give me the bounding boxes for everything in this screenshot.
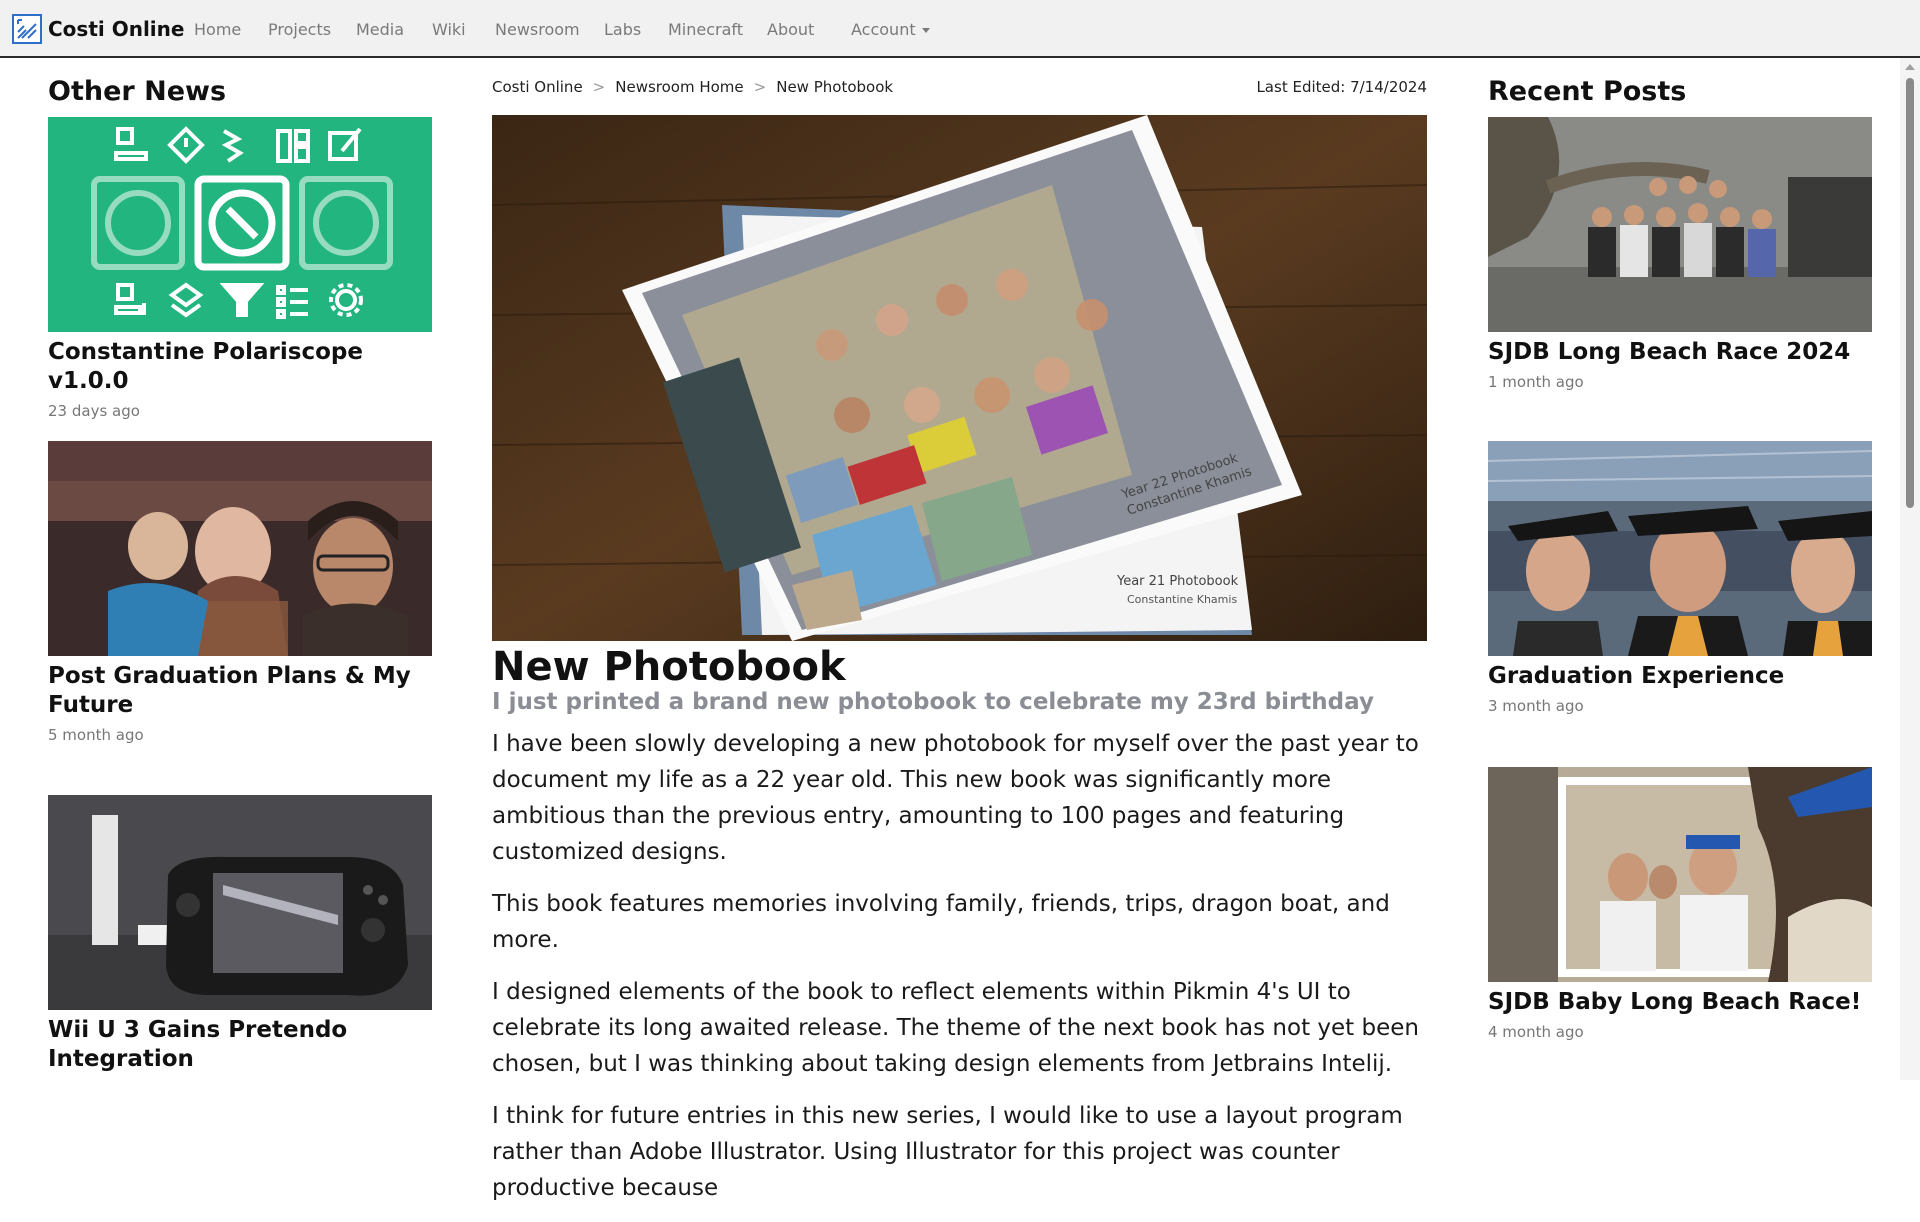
baby-long-beach-thumbnail[interactable]	[1488, 767, 1872, 982]
nav-account-label: Account	[851, 20, 916, 39]
nav-labs[interactable]: Labs	[604, 20, 641, 39]
news-card-wiiu: Wii U 3 Gains Pretendo Integration	[48, 795, 432, 1074]
long-beach-2024-thumbnail[interactable]	[1488, 117, 1872, 332]
wiiu-gamepad-photo	[48, 795, 432, 1010]
hero-image: Year 22 Photobook Constantine Khamis Yea…	[492, 115, 1427, 641]
graduation-selfie-photo	[1488, 441, 1872, 656]
post-card-date: 1 month ago	[1488, 373, 1584, 391]
news-card-title[interactable]: Constantine Polariscope v1.0.0	[48, 338, 432, 396]
navbar: Costi Online Home Projects Media Wiki Ne…	[0, 0, 1920, 58]
breadcrumb-current: New Photobook	[776, 78, 894, 96]
costi-logo-icon	[12, 14, 42, 44]
grid-icon	[114, 127, 148, 161]
nav-wiki[interactable]: Wiki	[432, 20, 466, 39]
breadcrumb-separator-icon: >	[592, 78, 606, 96]
news-card-polariscope: Constantine Polariscope v1.0.0 23 days a…	[48, 117, 432, 420]
nav-media[interactable]: Media	[356, 20, 404, 39]
breadcrumb-newsroom[interactable]: Newsroom Home	[615, 78, 743, 96]
nav-minecraft[interactable]: Minecraft	[668, 20, 743, 39]
add-node-icon	[114, 283, 146, 315]
post-card-graduation: Graduation Experience 3 month ago	[1488, 441, 1872, 715]
nav-home[interactable]: Home	[194, 20, 241, 39]
breadcrumb-home[interactable]: Costi Online	[492, 78, 583, 96]
article-body: I have been slowly developing a new phot…	[492, 726, 1427, 1222]
filter-icon	[219, 283, 265, 317]
news-card-title[interactable]: Post Graduation Plans & My Future	[48, 662, 432, 720]
post-card-baby-long-beach: SJDB Baby Long Beach Race! 4 month ago	[1488, 767, 1872, 1041]
chevron-down-icon	[921, 28, 930, 33]
mirror-selfie-photo	[1488, 767, 1872, 982]
scroll-up-arrow-icon[interactable]	[1905, 64, 1915, 70]
post-card-long-beach-2024: SJDB Long Beach Race 2024 1 month ago	[1488, 117, 1872, 391]
photobook-photo: Year 22 Photobook Constantine Khamis Yea…	[492, 115, 1427, 641]
book-label-bottom-title: Year 21 Photobook	[1116, 574, 1239, 589]
article-paragraph: I designed elements of the book to refle…	[492, 979, 1419, 1077]
layout-icon	[276, 129, 310, 163]
brand-name: Costi Online	[48, 17, 185, 41]
post-card-date: 4 month ago	[1488, 1023, 1584, 1041]
list-icon	[276, 285, 308, 319]
last-edited: Last Edited: 7/14/2024	[1256, 78, 1427, 96]
news-card-date: 5 month ago	[48, 726, 144, 744]
brand-link[interactable]: Costi Online	[12, 13, 184, 45]
theater-selfie-photo	[48, 441, 432, 656]
scroll-thumb[interactable]	[1906, 78, 1914, 508]
post-card-date: 3 month ago	[1488, 697, 1584, 715]
other-news-heading: Other News	[48, 76, 227, 107]
news-card-date: 23 days ago	[48, 402, 140, 420]
news-card-graduation-plans: Post Graduation Plans & My Future 5 mont…	[48, 441, 432, 744]
article-title: New Photobook	[492, 644, 846, 690]
graduation-plans-thumbnail[interactable]	[48, 441, 432, 656]
book-label-bottom-author: Constantine Khamis	[1127, 593, 1237, 606]
news-card-title[interactable]: Wii U 3 Gains Pretendo Integration	[48, 1016, 432, 1074]
article-paragraph: I think for future entries in this new s…	[492, 1103, 1403, 1201]
page-scrollbar[interactable]	[1900, 58, 1920, 1080]
article-paragraph: I have been slowly developing a new phot…	[492, 731, 1419, 865]
gear-icon	[329, 283, 363, 317]
nav-newsroom[interactable]: Newsroom	[495, 20, 580, 39]
nav-projects[interactable]: Projects	[268, 20, 331, 39]
graduation-thumbnail[interactable]	[1488, 441, 1872, 656]
post-card-title[interactable]: Graduation Experience	[1488, 662, 1872, 691]
article-subtitle: I just printed a brand new photobook to …	[492, 689, 1374, 715]
recent-posts-heading: Recent Posts	[1488, 76, 1687, 107]
edit-icon	[328, 127, 362, 161]
breadcrumb: Costi Online > Newsroom Home > New Photo…	[492, 78, 893, 96]
polariscope-thumbnail[interactable]	[48, 117, 432, 332]
breadcrumb-separator-icon: >	[753, 78, 767, 96]
group-tree-photo	[1488, 117, 1872, 332]
article-paragraph: This book features memories involving fa…	[492, 891, 1390, 953]
post-card-title[interactable]: SJDB Baby Long Beach Race!	[1488, 988, 1872, 1017]
wiiu-thumbnail[interactable]	[48, 795, 432, 1010]
polariscope-logo-icon	[194, 175, 290, 271]
polariscope-graphic	[91, 126, 393, 319]
stack-icon	[168, 282, 204, 318]
nav-about[interactable]: About	[767, 20, 814, 39]
post-card-title[interactable]: SJDB Long Beach Race 2024	[1488, 338, 1872, 367]
warning-icon	[167, 126, 205, 164]
nav-account-dropdown[interactable]: Account	[851, 20, 930, 39]
collapse-icon	[221, 129, 244, 163]
